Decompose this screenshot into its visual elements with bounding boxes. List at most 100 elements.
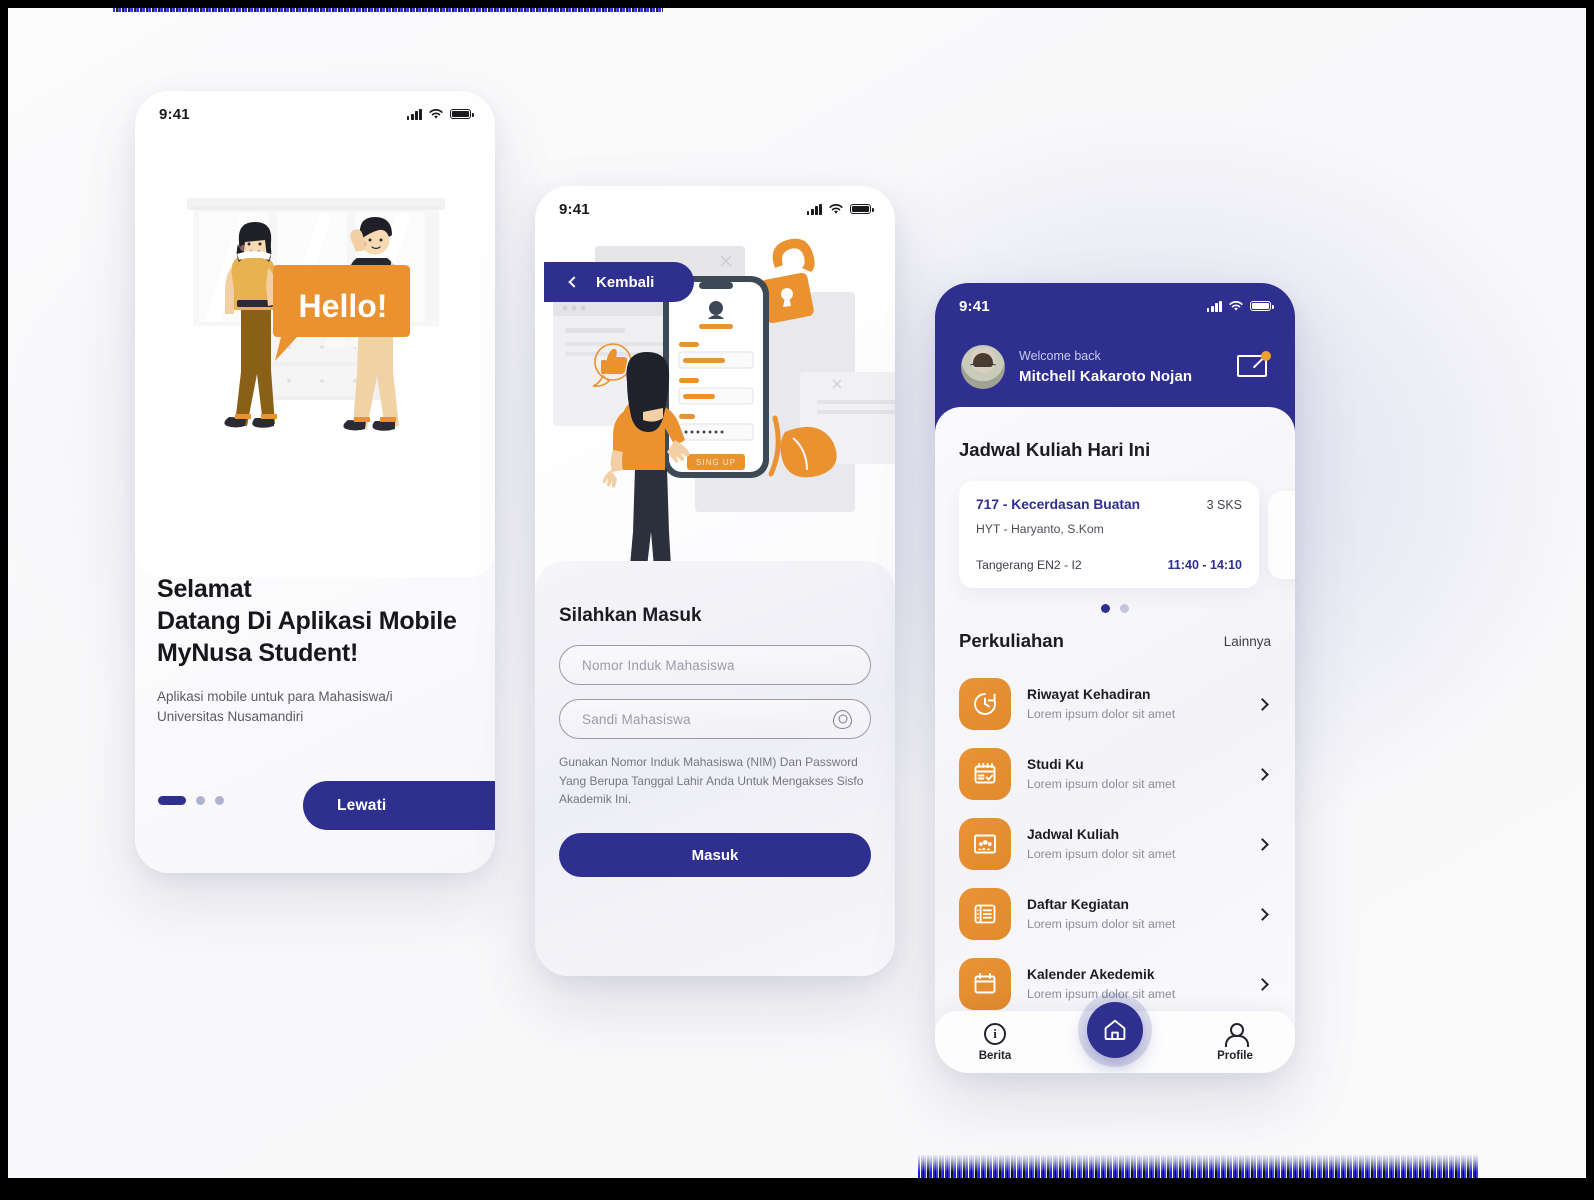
back-button[interactable]: Kembali <box>544 262 694 302</box>
password-input-placeholder: Sandi Mahasiswa <box>582 711 691 727</box>
schedule-card-next-peek[interactable] <box>1268 491 1295 579</box>
tab-berita[interactable]: i Berita <box>950 1022 1040 1062</box>
list-item-subtitle: Lorem ipsum dolor sit amet <box>1027 847 1176 862</box>
login-title: Silahkan Masuk <box>559 605 702 626</box>
nim-input[interactable]: Nomor Induk Mahasiswa <box>559 645 871 685</box>
schedule-carousel-dots[interactable] <box>935 604 1295 613</box>
list-item[interactable]: Riwayat Kehadiran Lorem ipsum dolor sit … <box>959 669 1271 739</box>
chevron-right-icon <box>1256 977 1269 991</box>
info-icon: i <box>984 1022 1006 1045</box>
onboarding-footer: Lewati <box>135 781 495 830</box>
status-bar-indicators <box>806 203 874 215</box>
subcopy-line-2: Universitas Nusamandiri <box>157 708 304 724</box>
list-item-subtitle: Lorem ipsum dolor sit amet <box>1027 987 1176 1002</box>
headline-line-1: Selamat <box>157 575 252 603</box>
user-greeting[interactable]: Welcome back Mitchell Kakaroto Nojan <box>961 345 1192 389</box>
list-item-text: Kalender Akedemik Lorem ipsum dolor sit … <box>1027 967 1242 1002</box>
password-input[interactable]: Sandi Mahasiswa <box>559 699 871 739</box>
cellular-signal-icon <box>406 108 422 120</box>
chevron-right-icon <box>494 799 495 812</box>
login-sheet: Silahkan Masuk Nomor Induk Mahasiswa San… <box>535 561 895 976</box>
phone-mockup-home: 9:41 Welcome back Mitchell Kakaroto Noja… <box>935 283 1295 1073</box>
chevron-right-icon <box>1256 697 1269 711</box>
headline-line-3: MyNusa Student! <box>157 639 359 667</box>
list-item-text: Riwayat Kehadiran Lorem ipsum dolor sit … <box>1027 687 1242 722</box>
design-canvas: 9:41 Hello! Selamat Datang Di Aplikasi M… <box>8 8 1586 1178</box>
chevron-right-icon <box>1256 907 1269 921</box>
mail-button[interactable] <box>1237 351 1271 381</box>
list-item-subtitle: Lorem ipsum dolor sit amet <box>1027 707 1176 722</box>
tab-profile[interactable]: Profile <box>1190 1022 1280 1062</box>
back-button-label: Kembali <box>596 273 655 291</box>
status-bar-time: 9:41 <box>559 200 590 218</box>
wifi-icon <box>1229 301 1243 311</box>
schedule-card[interactable]: 717 - Kecerdasan Buatan 3 SKS HYT - Hary… <box>959 481 1259 588</box>
subcopy-line-1: Aplikasi mobile untuk para Mahasiswa/i <box>157 689 393 704</box>
notification-badge <box>1261 351 1271 361</box>
tab-berita-label: Berita <box>978 1049 1012 1062</box>
person-icon <box>1224 1022 1249 1047</box>
status-bar-home: 9:41 <box>935 283 1295 329</box>
login-submit-label: Masuk <box>691 846 739 864</box>
calendar-check-icon <box>959 748 1011 800</box>
list-item[interactable]: Studi Ku Lorem ipsum dolor sit amet <box>959 739 1271 809</box>
eye-toggle-icon[interactable] <box>833 709 852 729</box>
course-room: Tangerang EN2 - I2 <box>976 558 1082 572</box>
user-name: Mitchell Kakaroto Nojan <box>1019 367 1193 385</box>
list-item-title: Jadwal Kuliah <box>1027 826 1120 842</box>
avatar[interactable] <box>961 345 1005 389</box>
wifi-icon <box>829 204 843 214</box>
carousel-dot-2[interactable] <box>1120 604 1129 613</box>
course-lecturer: HYT - Haryanto, S.Kom <box>976 522 1104 536</box>
skip-button[interactable]: Lewati <box>303 781 495 830</box>
list-item[interactable]: Jadwal Kuliah Lorem ipsum dolor sit amet <box>959 809 1271 879</box>
list-icon <box>959 888 1011 940</box>
user-greeting-text: Welcome back Mitchell Kakaroto Nojan <box>1019 349 1192 385</box>
illustration-hello-text: Hello! <box>299 288 388 324</box>
carousel-dot-active[interactable] <box>1101 604 1110 613</box>
top-noise-artifact <box>113 8 663 12</box>
status-bar-indicators <box>406 108 474 120</box>
list-item-subtitle: Lorem ipsum dolor sit amet <box>1027 777 1176 792</box>
list-item-title: Kalender Akedemik <box>1027 966 1155 982</box>
nim-input-placeholder: Nomor Induk Mahasiswa <box>582 657 735 673</box>
onboarding-hero-card: Hello! <box>135 137 495 577</box>
illustration-signup-text: SING UP <box>696 458 736 467</box>
pager-dot-2[interactable] <box>196 796 205 805</box>
cellular-signal-icon <box>1206 300 1222 312</box>
calendar-icon <box>959 958 1011 1010</box>
cellular-signal-icon <box>806 203 822 215</box>
bottom-noise-artifact <box>918 1154 1478 1178</box>
skip-button-label: Lewati <box>337 796 387 814</box>
course-time: 11:40 - 14:10 <box>1167 558 1242 572</box>
chevron-left-icon <box>568 276 580 288</box>
list-item-text: Studi Ku Lorem ipsum dolor sit amet <box>1027 757 1242 792</box>
onboarding-subcopy: Aplikasi mobile untuk para Mahasiswa/i U… <box>157 687 487 726</box>
list-item-text: Daftar Kegiatan Lorem ipsum dolor sit am… <box>1027 897 1242 932</box>
list-item-subtitle: Lorem ipsum dolor sit amet <box>1027 917 1176 932</box>
login-submit-button[interactable]: Masuk <box>559 833 871 877</box>
list-item-text: Jadwal Kuliah Lorem ipsum dolor sit amet <box>1027 827 1242 862</box>
pager-dot-active[interactable] <box>158 796 186 805</box>
classroom-board-icon <box>959 818 1011 870</box>
pager-dot-3[interactable] <box>215 796 224 805</box>
phone-mockup-login: 9:41 SING UP Kembali Silahkan Masuk Nomo… <box>535 186 895 976</box>
battery-icon <box>450 108 474 120</box>
page-title: Selamat Datang Di Aplikasi Mobile MyNusa… <box>157 573 487 669</box>
home-body: Jadwal Kuliah Hari Ini 717 - Kecerdasan … <box>935 407 1295 1073</box>
tab-home[interactable] <box>1087 1002 1143 1058</box>
onboarding-pager-dots[interactable] <box>158 796 224 805</box>
chevron-right-icon <box>1256 767 1269 781</box>
list-item-title: Riwayat Kehadiran <box>1027 686 1151 702</box>
list-item[interactable]: Daftar Kegiatan Lorem ipsum dolor sit am… <box>959 879 1271 949</box>
onboarding-copy: Selamat Datang Di Aplikasi Mobile MyNusa… <box>157 573 487 726</box>
list-item-title: Daftar Kegiatan <box>1027 896 1129 912</box>
course-name: 717 - Kecerdasan Buatan <box>976 497 1141 512</box>
schedule-section-title: Jadwal Kuliah Hari Ini <box>959 439 1151 460</box>
status-bar-indicators <box>1206 300 1274 312</box>
headline-line-2: Datang Di Aplikasi Mobile <box>157 607 457 635</box>
welcome-label: Welcome back <box>1019 349 1101 364</box>
course-credits: 3 SKS <box>1206 498 1242 512</box>
more-link[interactable]: Lainnya <box>1224 634 1271 649</box>
chevron-right-icon <box>1256 837 1269 851</box>
